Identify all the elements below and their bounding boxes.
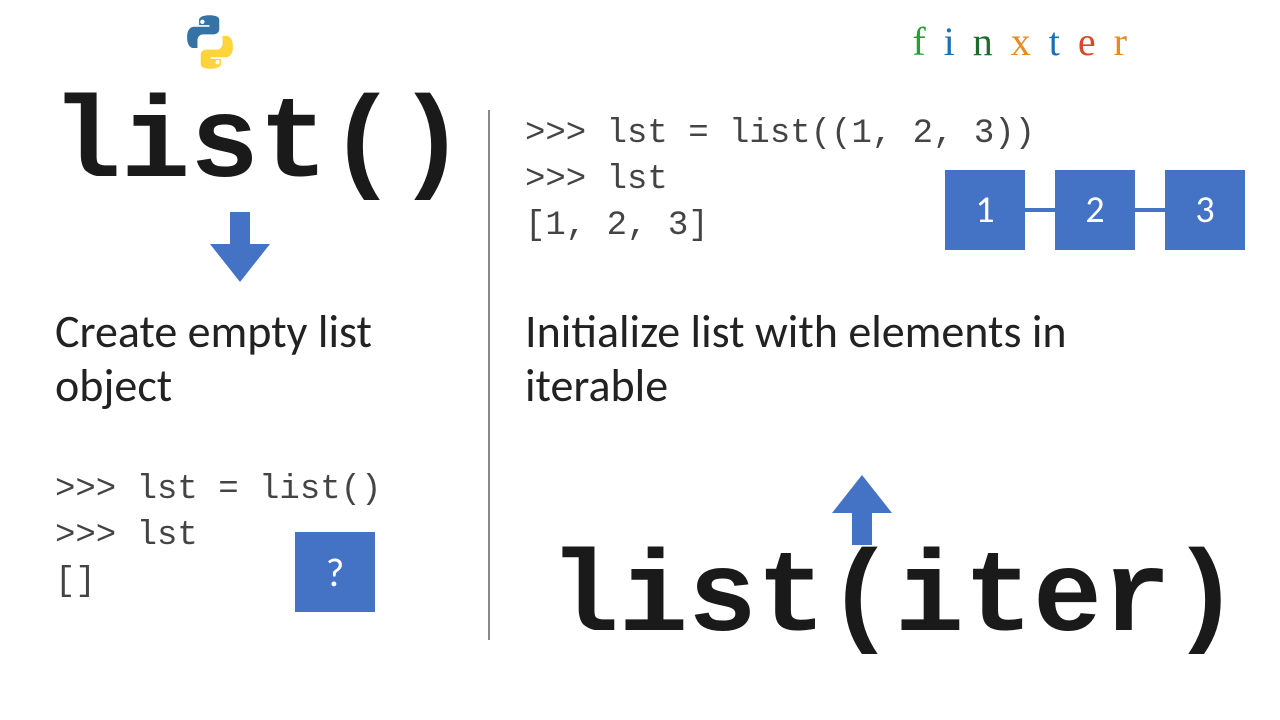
finxter-logo: finxter (912, 18, 1145, 65)
heading-list-empty: list() (52, 80, 466, 211)
description-left: Create empty list object (55, 305, 485, 414)
python-logo-icon (180, 12, 240, 77)
column-divider (488, 110, 490, 640)
mystery-box-label: ? (326, 548, 345, 597)
list-node-value: 1 (975, 187, 994, 233)
mystery-box: ? (295, 532, 375, 612)
list-node-connector (1025, 208, 1055, 212)
brand-letter: e (1078, 19, 1114, 64)
brand-letter: i (944, 19, 973, 64)
brand-letter: r (1114, 19, 1145, 64)
list-node-value: 2 (1085, 187, 1104, 233)
list-node-value: 3 (1195, 187, 1214, 233)
brand-letter: n (973, 19, 1011, 64)
description-right: Initialize list with elements in iterabl… (525, 305, 1145, 414)
list-node: 3 (1165, 170, 1245, 250)
list-node-connector (1135, 208, 1165, 212)
brand-letter: x (1011, 19, 1049, 64)
heading-list-iter: list(iter) (550, 534, 1240, 665)
list-nodes-diagram: 1 2 3 (945, 170, 1245, 250)
brand-letter: f (912, 19, 943, 64)
list-node: 1 (945, 170, 1025, 250)
list-node: 2 (1055, 170, 1135, 250)
brand-letter: t (1049, 19, 1078, 64)
arrow-down-icon (210, 212, 270, 282)
